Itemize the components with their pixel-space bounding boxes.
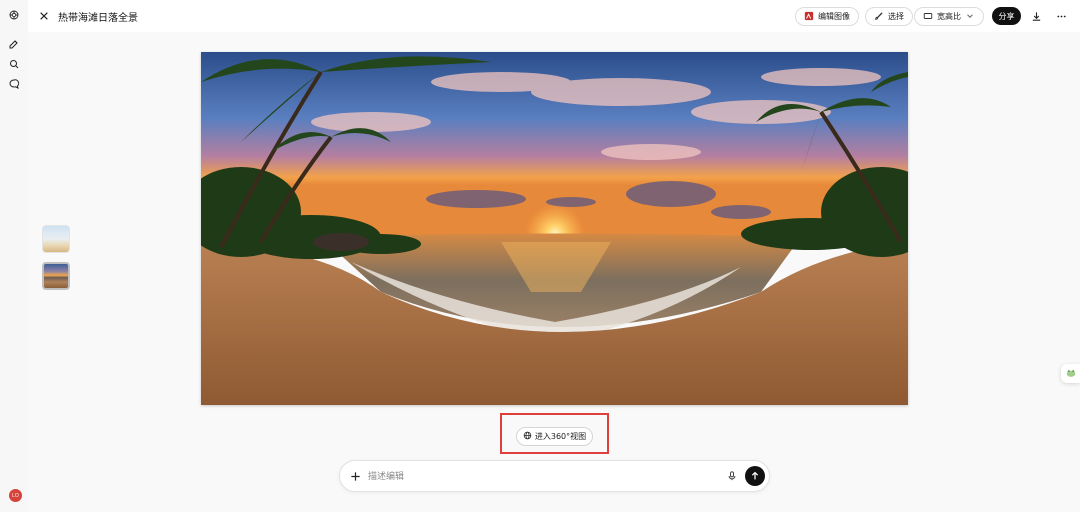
enter-360-view-button[interactable]: 进入360°视图 [516,427,593,446]
aspect-ratio-icon [923,11,933,23]
edit-composer [339,460,770,492]
globe-icon [523,431,532,442]
edit-image-icon [804,11,814,23]
send-button[interactable] [745,466,765,486]
side-assistant-widget[interactable] [1061,364,1080,383]
select-label: 选择 [888,12,904,21]
search-icon[interactable] [7,57,21,71]
panorama-image [201,52,908,405]
aspect-ratio-label: 宽高比 [937,12,961,21]
enter-360-view-label: 进入360°视图 [534,432,587,441]
plus-icon[interactable] [348,469,362,483]
edit-prompt-input[interactable] [368,468,708,486]
aspect-ratio-dropdown[interactable]: 宽高比 [914,7,984,26]
image-thumbnail-2-selected[interactable] [42,262,70,290]
download-icon[interactable] [1029,9,1043,23]
frog-icon [1065,364,1077,383]
chat-bubble-icon[interactable] [7,77,21,91]
share-button[interactable]: 分享 [992,7,1021,25]
select-button[interactable]: 选择 [865,7,913,26]
microphone-icon[interactable] [726,470,738,482]
chevron-down-icon [965,11,975,23]
brush-select-icon [874,11,884,23]
avatar[interactable]: LO [9,489,22,502]
openai-logo-icon[interactable] [7,8,21,22]
more-options-icon[interactable] [1054,9,1068,23]
image-thumbnail-1[interactable] [42,225,70,253]
edit-image-button[interactable]: 编辑图像 [795,7,859,26]
edit-image-label: 编辑图像 [818,12,850,21]
page-title: 热带海滩日落全景 [58,13,138,24]
left-rail: LO [0,0,28,512]
close-icon[interactable] [38,10,50,22]
new-chat-icon[interactable] [7,37,21,51]
